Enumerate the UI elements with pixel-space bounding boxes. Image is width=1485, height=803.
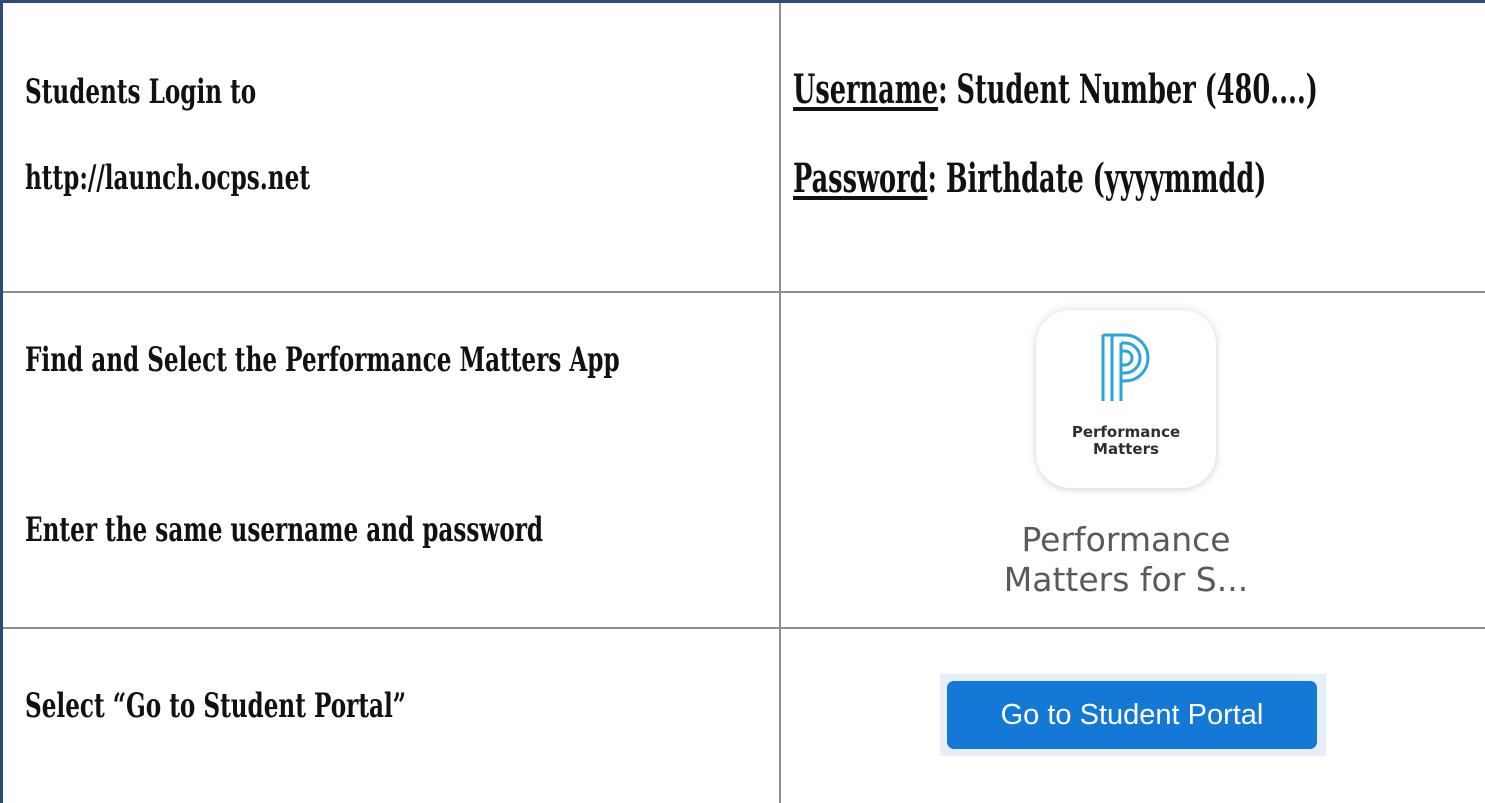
- portal-button-highlight: Go to Student Portal: [940, 674, 1326, 756]
- username-value: : Student Number (480....): [938, 66, 1318, 113]
- password-value: : Birthdate (yyyymmdd): [927, 155, 1267, 202]
- select-portal-instruction: Select “Go to Student Portal”: [25, 686, 407, 726]
- password-line: Password: Birthdate (yyyymmdd): [793, 155, 1266, 202]
- username-line: Username: Student Number (480....): [793, 66, 1318, 113]
- enter-credentials-instruction: Enter the same username and password: [25, 510, 544, 550]
- go-to-student-portal-button[interactable]: Go to Student Portal: [947, 681, 1317, 749]
- app-icon-brand-line1: Performance: [1071, 423, 1181, 441]
- performance-matters-app-icon[interactable]: Performance Matters: [1036, 310, 1216, 488]
- performance-matters-logo-icon: [1101, 333, 1150, 401]
- table-top-border: [0, 0, 1485, 3]
- row-divider-2: [3, 627, 1485, 629]
- instruction-table: Students Login to http://launch.ocps.net…: [0, 0, 1485, 803]
- app-caption-line1: Performance: [1021, 520, 1231, 559]
- app-icon-brand-text: Performance Matters: [1036, 424, 1216, 458]
- login-url: http://launch.ocps.net: [25, 158, 311, 198]
- username-label: Username: [793, 66, 939, 113]
- app-caption[interactable]: Performance Matters for S...: [930, 520, 1322, 600]
- password-label: Password: [793, 155, 928, 202]
- login-instruction-line1: Students Login to: [25, 72, 257, 112]
- column-divider: [779, 3, 781, 803]
- row-divider-1: [3, 291, 1485, 293]
- app-caption-line2: Matters for S...: [1003, 560, 1249, 599]
- table-left-border: [0, 0, 3, 803]
- app-icon-brand-line2: Matters: [1093, 440, 1159, 458]
- find-app-instruction: Find and Select the Performance Matters …: [25, 340, 620, 380]
